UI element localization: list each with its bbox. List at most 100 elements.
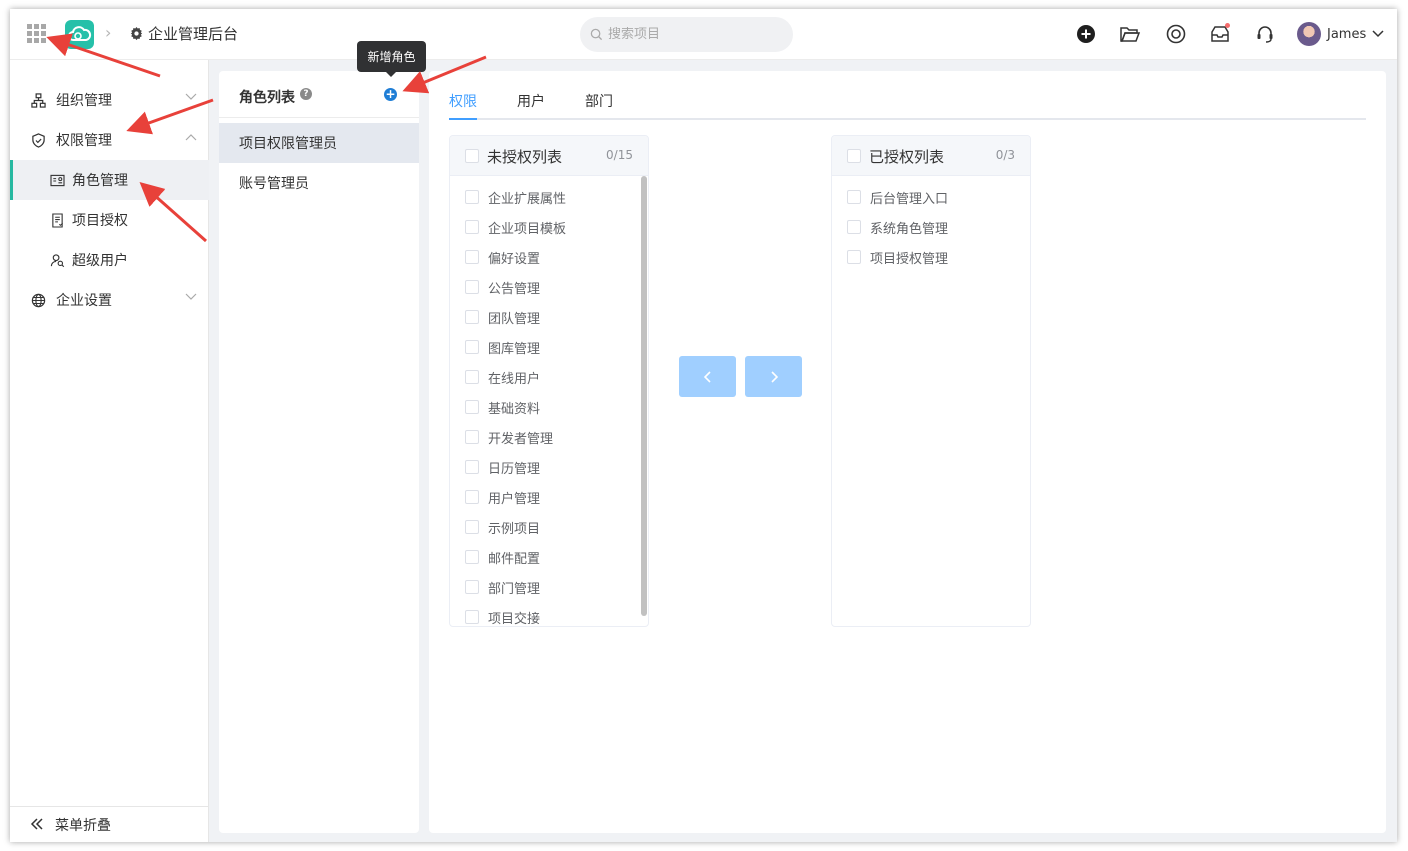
menu-collapse-label: 菜单折叠 xyxy=(55,817,111,834)
role-item[interactable]: 项目权限管理员 xyxy=(219,123,419,163)
list-item-label: 用户管理 xyxy=(488,491,541,507)
list-scrollbar[interactable] xyxy=(641,176,647,616)
search-input[interactable] xyxy=(608,27,778,42)
user-menu[interactable]: James xyxy=(1297,22,1384,46)
item-checkbox[interactable] xyxy=(847,250,861,264)
list-item[interactable]: 企业扩展属性 xyxy=(465,182,566,212)
list-item[interactable]: 后台管理入口 xyxy=(847,182,948,212)
tab-users[interactable]: 用户 xyxy=(517,91,545,120)
list-item[interactable]: 日历管理 xyxy=(465,452,540,482)
list-item[interactable]: 示例项目 xyxy=(465,512,540,542)
unauthorized-list-body[interactable]: 企业扩展属性 企业项目模板 偏好设置 公告管理 团队管理 图库管理 在线用户 基… xyxy=(450,176,648,626)
list-item-label: 企业扩展属性 xyxy=(488,191,567,207)
sidebar-group-enterprise-settings[interactable]: 企业设置 xyxy=(10,280,209,320)
add-circle-icon[interactable] xyxy=(1074,22,1098,46)
item-checkbox[interactable] xyxy=(465,340,479,354)
list-item[interactable]: 开发者管理 xyxy=(465,422,553,452)
list-item[interactable]: 公告管理 xyxy=(465,272,540,302)
item-checkbox[interactable] xyxy=(847,190,861,204)
search-icon xyxy=(590,28,603,41)
chevron-down-icon xyxy=(185,293,197,300)
list-item-label: 邮件配置 xyxy=(488,551,541,567)
list-item[interactable]: 企业项目模板 xyxy=(465,212,566,242)
globe-icon xyxy=(30,292,46,308)
list-item[interactable]: 邮件配置 xyxy=(465,542,540,572)
gear-icon xyxy=(130,26,143,41)
chevron-right-icon xyxy=(770,370,778,383)
tab-departments[interactable]: 部门 xyxy=(585,91,613,120)
item-checkbox[interactable] xyxy=(465,610,479,624)
list-item[interactable]: 用户管理 xyxy=(465,482,540,512)
authorized-list-body[interactable]: 后台管理入口 系统角色管理 项目授权管理 xyxy=(832,176,1030,626)
sidebar-group-label: 权限管理 xyxy=(56,133,112,149)
chevron-left-icon xyxy=(703,370,711,383)
add-role-button[interactable]: + xyxy=(384,88,397,101)
item-checkbox[interactable] xyxy=(847,220,861,234)
item-checkbox[interactable] xyxy=(465,370,479,384)
shield-icon xyxy=(30,132,46,148)
list-item[interactable]: 项目授权管理 xyxy=(847,242,948,272)
help-ring-icon[interactable] xyxy=(1164,22,1188,46)
item-checkbox[interactable] xyxy=(465,190,479,204)
item-checkbox[interactable] xyxy=(465,400,479,414)
list-item-label: 团队管理 xyxy=(488,311,541,327)
select-all-checkbox[interactable] xyxy=(465,149,479,163)
breadcrumb: 企业管理后台 xyxy=(129,23,238,44)
list-item[interactable]: 系统角色管理 xyxy=(847,212,948,242)
inbox-icon[interactable] xyxy=(1208,22,1232,46)
item-checkbox[interactable] xyxy=(465,430,479,444)
list-item-label: 项目授权管理 xyxy=(870,251,949,267)
list-item[interactable]: 偏好设置 xyxy=(465,242,540,272)
sidebar-group-label: 企业设置 xyxy=(56,293,112,309)
list-item[interactable]: 团队管理 xyxy=(465,302,540,332)
question-icon[interactable]: ? xyxy=(300,88,312,100)
list-item[interactable]: 基础资料 xyxy=(465,392,540,422)
cloud-logo-icon[interactable] xyxy=(65,20,94,49)
headset-icon[interactable] xyxy=(1253,22,1277,46)
list-item[interactable]: 在线用户 xyxy=(465,362,540,392)
list-item-label: 开发者管理 xyxy=(488,431,554,447)
item-checkbox[interactable] xyxy=(465,250,479,264)
sidebar-item-role-management[interactable]: 角色管理 xyxy=(10,160,209,200)
list-item[interactable]: 图库管理 xyxy=(465,332,540,362)
list-item-label: 系统角色管理 xyxy=(870,221,949,237)
item-checkbox[interactable] xyxy=(465,280,479,294)
list-item-label: 在线用户 xyxy=(488,371,541,387)
menu-collapse-button[interactable]: 菜单折叠 xyxy=(10,806,209,842)
item-checkbox[interactable] xyxy=(465,310,479,324)
chevron-up-icon xyxy=(185,134,197,141)
move-right-button[interactable] xyxy=(745,356,802,397)
item-checkbox[interactable] xyxy=(465,220,479,234)
unauthorized-list-panel: 未授权列表 0/15 企业扩展属性 企业项目模板 偏好设置 公告管理 团队管理 … xyxy=(449,135,649,627)
tab-permissions[interactable]: 权限 xyxy=(449,91,477,120)
list-item[interactable]: 部门管理 xyxy=(465,572,540,602)
user-search-icon xyxy=(49,252,65,268)
double-chevron-left-icon xyxy=(30,818,43,830)
app-window: › 企业管理后台 James xyxy=(10,9,1397,842)
page-title: 企业管理后台 xyxy=(148,25,239,43)
item-checkbox[interactable] xyxy=(465,460,479,474)
sidebar-group-org[interactable]: 组织管理 xyxy=(10,80,209,120)
item-checkbox[interactable] xyxy=(465,550,479,564)
list-item-label: 项目交接 xyxy=(488,611,541,627)
search-box[interactable] xyxy=(580,17,793,52)
sidebar-item-label: 项目授权 xyxy=(72,213,128,229)
select-all-checkbox[interactable] xyxy=(847,149,861,163)
authorized-list-header: 已授权列表 0/3 xyxy=(832,136,1030,176)
folder-open-icon[interactable] xyxy=(1118,22,1142,46)
org-icon xyxy=(30,92,46,108)
sidebar-group-permissions[interactable]: 权限管理 xyxy=(10,120,209,160)
list-item-label: 偏好设置 xyxy=(488,251,541,267)
move-left-button[interactable] xyxy=(679,356,736,397)
item-checkbox[interactable] xyxy=(465,490,479,504)
sidebar-item-project-auth[interactable]: 项目授权 xyxy=(10,200,209,240)
item-checkbox[interactable] xyxy=(465,580,479,594)
role-item[interactable]: 账号管理员 xyxy=(219,163,419,203)
list-item[interactable]: 项目交接 xyxy=(465,602,540,626)
chevron-down-icon xyxy=(1372,30,1384,38)
sidebar-item-super-user[interactable]: 超级用户 xyxy=(10,240,209,280)
app-grid-icon[interactable] xyxy=(27,24,46,43)
item-checkbox[interactable] xyxy=(465,520,479,534)
chevron-down-icon xyxy=(185,93,197,100)
breadcrumb-separator-icon: › xyxy=(105,23,112,42)
